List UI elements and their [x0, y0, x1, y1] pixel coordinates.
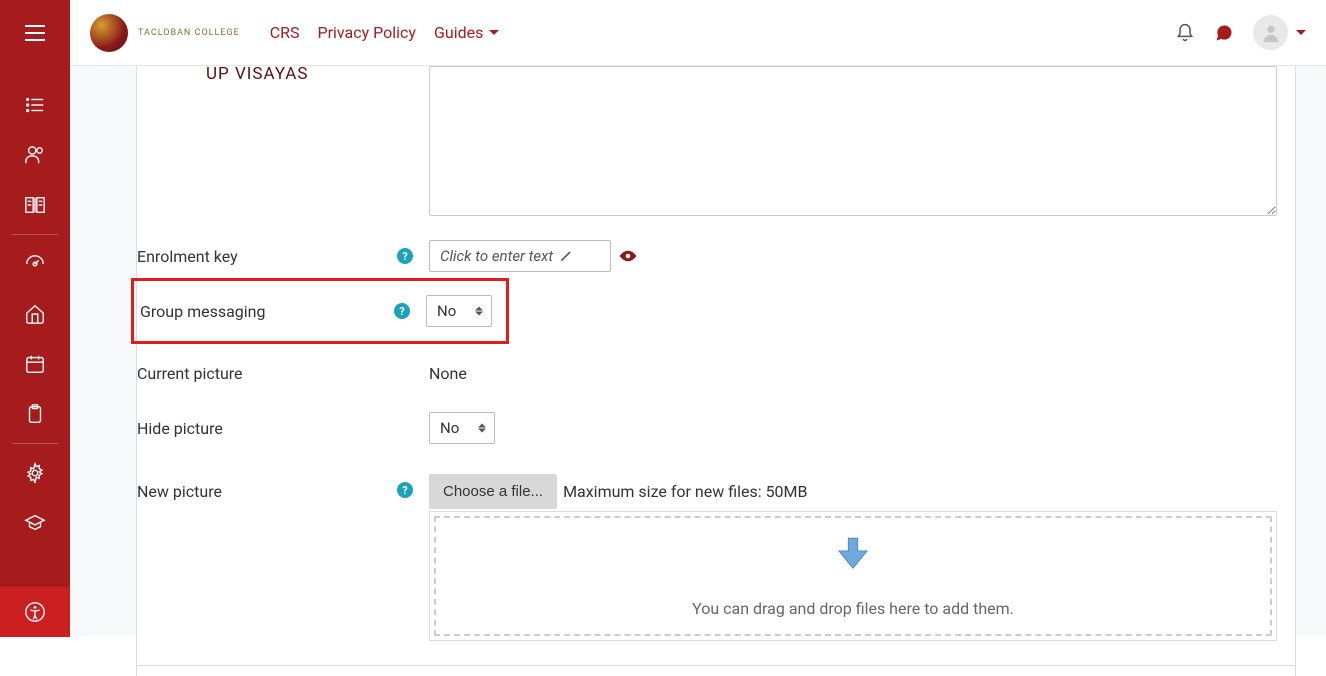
sidebar	[0, 0, 70, 637]
group-messaging-select[interactable]: No	[426, 295, 492, 327]
graduation-cap-icon	[24, 512, 46, 534]
sidebar-item-dashboard[interactable]	[0, 239, 70, 289]
brand-sub: TACLOBAN COLLEGE	[138, 29, 240, 38]
notifications-button[interactable]	[1175, 23, 1195, 43]
accessibility-button[interactable]	[0, 587, 70, 637]
dropzone-wrapper: You can drag and drop files here to add …	[429, 511, 1277, 641]
current-picture-row: Current picture None	[137, 352, 1295, 394]
sidebar-item-academics[interactable]	[0, 498, 70, 548]
hide-picture-select[interactable]: No	[429, 412, 495, 444]
nav-privacy[interactable]: Privacy Policy	[317, 23, 416, 42]
gauge-icon	[24, 253, 46, 275]
description-row	[137, 66, 1295, 234]
logo-text: UP VISAYAS TACLOBAN COLLEGE	[138, 27, 240, 38]
avatar	[1253, 15, 1288, 50]
sidebar-item-list[interactable]	[0, 80, 70, 130]
current-picture-value: None	[429, 364, 467, 383]
sidebar-item-settings[interactable]	[0, 448, 70, 498]
nav-guides-label: Guides	[434, 23, 483, 42]
eye-icon[interactable]	[619, 247, 637, 265]
current-picture-label: Current picture	[137, 364, 397, 383]
new-picture-label: New picture	[137, 474, 397, 501]
hamburger-icon	[25, 25, 45, 41]
sidebar-nav	[0, 80, 70, 548]
list-icon	[24, 94, 46, 116]
divider	[137, 665, 1295, 666]
accessibility-icon	[24, 601, 46, 623]
enrolment-key-input[interactable]: Click to enter text	[429, 240, 611, 272]
main-content: Enrolment key ? Click to enter text Grou…	[70, 66, 1326, 637]
gear-icon	[24, 462, 46, 484]
sidebar-item-users[interactable]	[0, 130, 70, 180]
hide-picture-row: Hide picture No	[137, 406, 1295, 450]
group-messaging-value: No	[437, 302, 456, 320]
sidebar-item-home[interactable]	[0, 289, 70, 339]
hide-picture-label: Hide picture	[137, 419, 397, 438]
enrolment-key-placeholder: Click to enter text	[440, 247, 553, 265]
form-container: Enrolment key ? Click to enter text Grou…	[136, 66, 1296, 676]
file-max-info: Maximum size for new files: 50MB	[563, 482, 807, 501]
dropzone-text: You can drag and drop files here to add …	[692, 599, 1014, 618]
bell-icon	[1175, 23, 1195, 43]
users-icon	[24, 144, 46, 166]
topbar: UP VISAYAS TACLOBAN COLLEGE CRS Privacy …	[70, 0, 1326, 66]
sidebar-item-calendar[interactable]	[0, 339, 70, 389]
enrolment-key-label: Enrolment key	[137, 247, 397, 266]
description-textarea[interactable]	[429, 66, 1277, 216]
clipboard-icon	[24, 403, 46, 425]
pencil-icon	[559, 249, 573, 263]
topbar-right	[1175, 15, 1306, 50]
logo-icon	[90, 14, 128, 52]
new-picture-row: New picture ? Choose a file... Maximum s…	[137, 468, 1295, 647]
group-messaging-label: Group messaging	[140, 302, 394, 321]
arrow-down-icon	[832, 535, 874, 573]
enrolment-key-row: Enrolment key ? Click to enter text	[137, 234, 1295, 278]
user-menu[interactable]	[1253, 15, 1306, 50]
choose-file-button[interactable]: Choose a file...	[429, 474, 557, 509]
hamburger-menu[interactable]	[0, 0, 70, 66]
sidebar-item-book[interactable]	[0, 180, 70, 230]
user-icon	[1260, 22, 1282, 44]
select-arrows-icon	[478, 424, 486, 433]
nav-guides[interactable]: Guides	[434, 23, 499, 42]
sidebar-divider	[12, 443, 58, 444]
sidebar-divider	[12, 234, 58, 235]
sidebar-item-clipboard[interactable]	[0, 389, 70, 439]
chat-icon	[1213, 23, 1235, 43]
calendar-icon	[24, 353, 46, 375]
caret-down-icon	[489, 30, 499, 35]
book-icon	[24, 194, 46, 216]
nav-links: CRS Privacy Policy Guides	[270, 23, 500, 42]
file-dropzone[interactable]: You can drag and drop files here to add …	[434, 516, 1272, 636]
hide-picture-value: No	[440, 419, 459, 437]
home-icon	[24, 303, 46, 325]
help-icon[interactable]: ?	[394, 303, 410, 319]
nav-crs[interactable]: CRS	[270, 23, 300, 42]
caret-down-icon	[1296, 30, 1306, 35]
select-arrows-icon	[475, 307, 483, 316]
messages-button[interactable]	[1213, 23, 1235, 43]
logo-area[interactable]: UP VISAYAS TACLOBAN COLLEGE	[90, 14, 240, 52]
group-messaging-highlight: Group messaging ? No	[131, 278, 509, 344]
help-icon[interactable]: ?	[397, 248, 413, 264]
help-icon[interactable]: ?	[397, 482, 413, 498]
